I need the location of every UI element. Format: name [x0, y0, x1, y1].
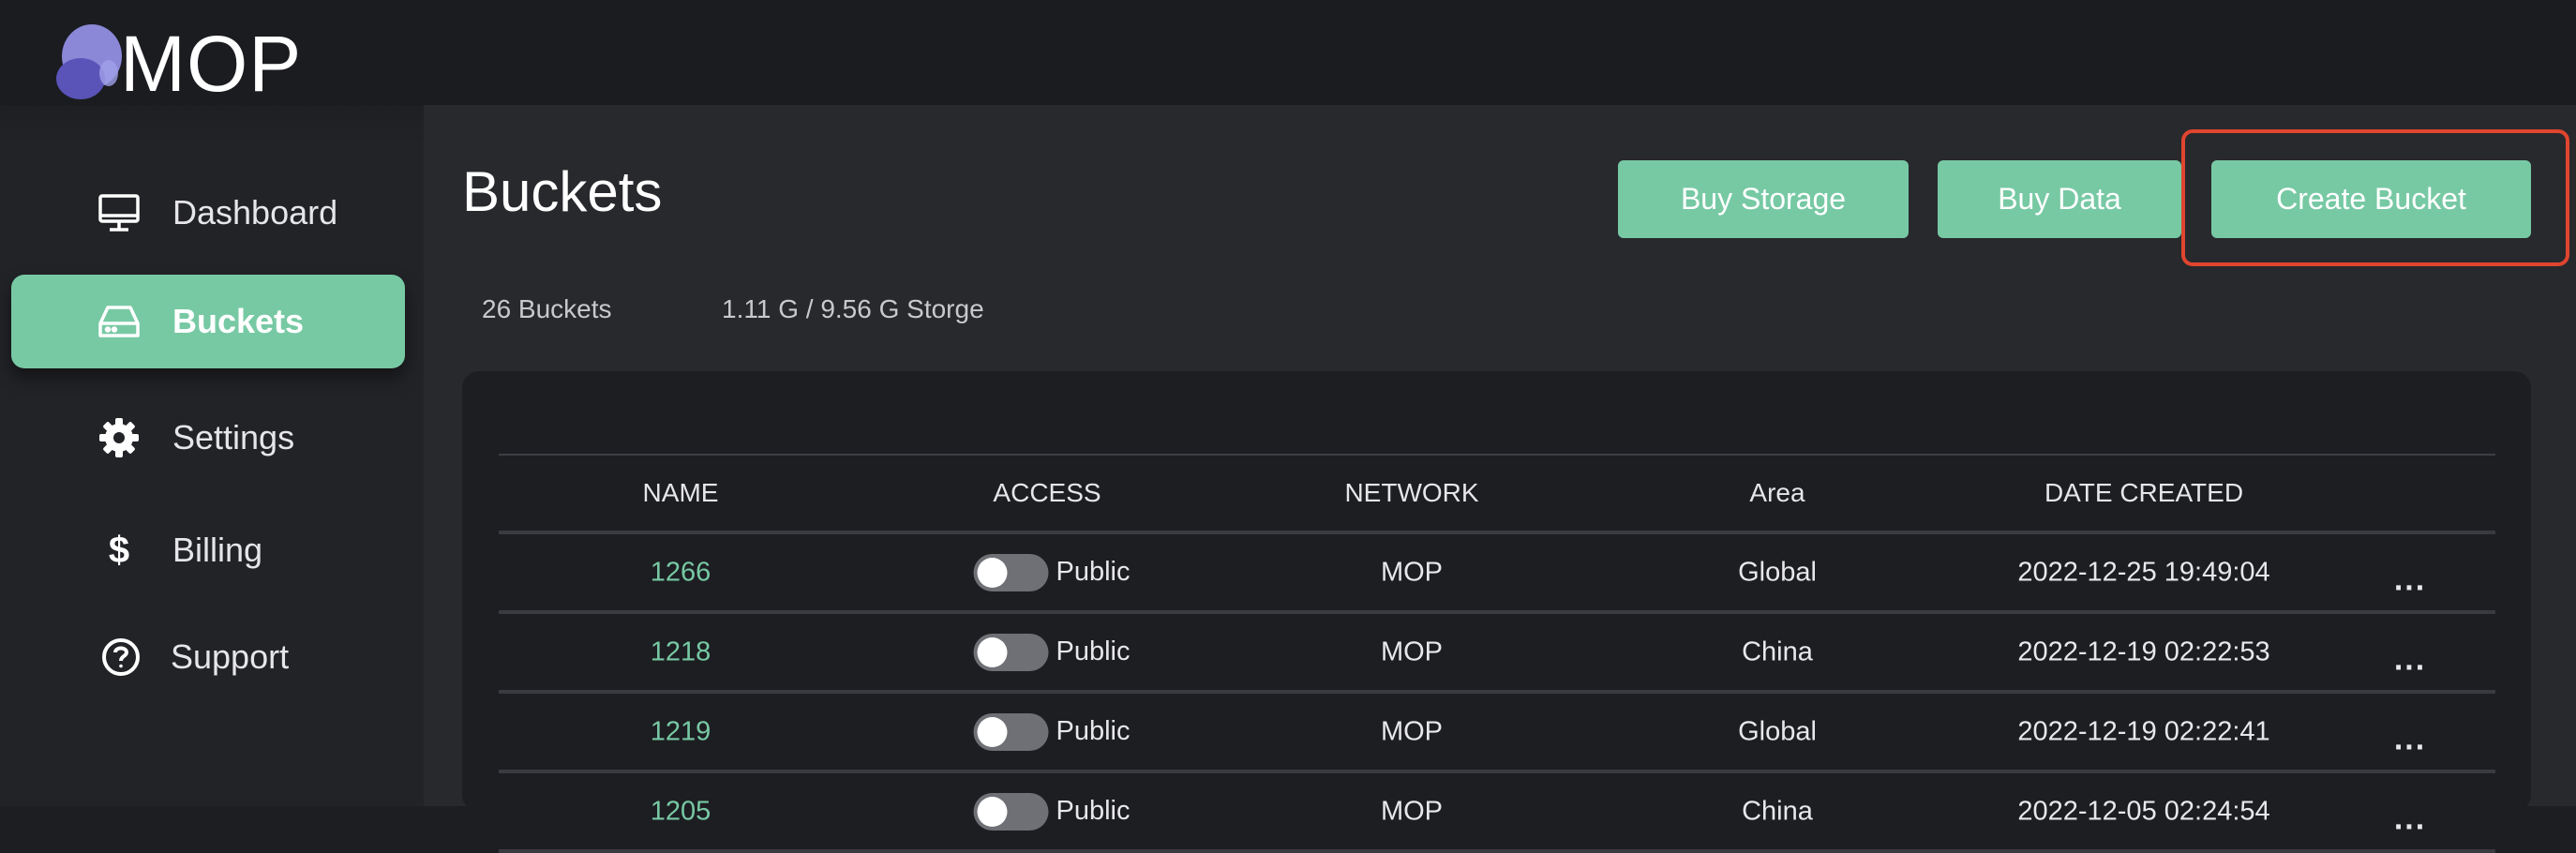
access-cell: Public — [973, 633, 1131, 671]
buckets-table: NAME ACCESS NETWORK Area DATE CREATED 12… — [499, 454, 2495, 853]
sidebar-item-label: Dashboard — [172, 193, 338, 232]
sidebar-item-buckets[interactable]: Buckets — [11, 275, 405, 368]
buy-storage-button[interactable]: Buy Storage — [1618, 160, 1909, 238]
date-cell: 2022-12-19 02:22:41 — [2017, 716, 2270, 746]
table-row: 1219 Public MOP Global 2022-12-19 02:22:… — [499, 694, 2495, 773]
bucket-name-link[interactable]: 1205 — [651, 796, 711, 827]
area-cell: Global — [1738, 557, 1817, 587]
gear-icon — [96, 414, 142, 461]
create-bucket-highlight — [2181, 129, 2569, 266]
access-toggle[interactable] — [973, 553, 1049, 591]
network-cell: MOP — [1380, 557, 1444, 587]
brand-name: MOP — [120, 20, 303, 108]
sidebar-item-label: Settings — [172, 418, 295, 456]
table-header: NAME ACCESS NETWORK Area DATE CREATED — [499, 454, 2495, 534]
column-header-name[interactable]: NAME — [643, 478, 719, 508]
table-row: 1218 Public MOP China 2022-12-19 02:22:5… — [499, 614, 2495, 694]
table-row: 1266 Public MOP Global 2022-12-25 19:49:… — [499, 534, 2495, 614]
buy-data-button[interactable]: Buy Data — [1938, 160, 2181, 238]
access-toggle[interactable] — [973, 792, 1049, 831]
access-toggle[interactable] — [973, 633, 1049, 671]
top-header: MOP — [0, 0, 2576, 108]
sidebar-item-settings[interactable]: Settings — [11, 391, 405, 485]
sidebar-item-billing[interactable]: $ Billing — [11, 503, 405, 597]
storage-usage: 1.11 G / 9.56 G Storge — [722, 294, 984, 323]
sidebar-item-support[interactable]: Support — [11, 610, 405, 704]
bucket-count: 26 Buckets — [482, 294, 612, 323]
access-label: Public — [1056, 716, 1131, 746]
bucket-name-link[interactable]: 1219 — [651, 716, 711, 747]
access-toggle[interactable] — [973, 712, 1049, 751]
area-cell: China — [1742, 636, 1813, 666]
more-options-button[interactable]: ... — [2394, 721, 2426, 757]
date-cell: 2022-12-05 02:24:54 — [2017, 796, 2270, 826]
access-cell: Public — [973, 712, 1131, 751]
access-label: Public — [1056, 636, 1131, 666]
sidebar-item-label: Support — [171, 637, 290, 676]
network-cell: MOP — [1380, 716, 1444, 746]
bucket-name-link[interactable]: 1218 — [651, 636, 711, 667]
access-label: Public — [1056, 796, 1131, 826]
sidebar-item-dashboard[interactable]: Dashboard — [11, 166, 405, 260]
date-cell: 2022-12-25 19:49:04 — [2017, 557, 2270, 587]
monitor-icon — [96, 189, 142, 236]
dollar-icon: $ — [108, 529, 130, 571]
sidebar-divider — [0, 105, 424, 144]
more-options-button[interactable]: ... — [2394, 641, 2426, 678]
area-cell: China — [1742, 796, 1813, 826]
access-cell: Public — [973, 553, 1131, 591]
table-row: 1205 Public MOP China 2022-12-05 02:24:5… — [499, 773, 2495, 853]
column-header-network[interactable]: NETWORK — [1344, 478, 1478, 508]
area-cell: Global — [1738, 716, 1817, 746]
date-cell: 2022-12-19 02:22:53 — [2017, 636, 2270, 666]
access-label: Public — [1056, 557, 1131, 587]
bucket-name-link[interactable]: 1266 — [651, 557, 711, 588]
network-cell: MOP — [1380, 796, 1444, 826]
more-options-button[interactable]: ... — [2394, 561, 2426, 598]
sidebar-item-label: Buckets — [172, 302, 305, 340]
access-cell: Public — [973, 792, 1131, 831]
drive-icon — [96, 298, 142, 345]
mop-logo-icon — [56, 24, 122, 99]
sidebar-item-label: Billing — [172, 531, 263, 569]
help-circle-icon — [97, 634, 144, 681]
network-cell: MOP — [1380, 636, 1444, 666]
column-header-date-created[interactable]: DATE CREATED — [2044, 478, 2243, 508]
column-header-access[interactable]: ACCESS — [993, 478, 1101, 508]
page-title: Buckets — [462, 160, 663, 223]
column-header-area[interactable]: Area — [1749, 478, 1805, 508]
